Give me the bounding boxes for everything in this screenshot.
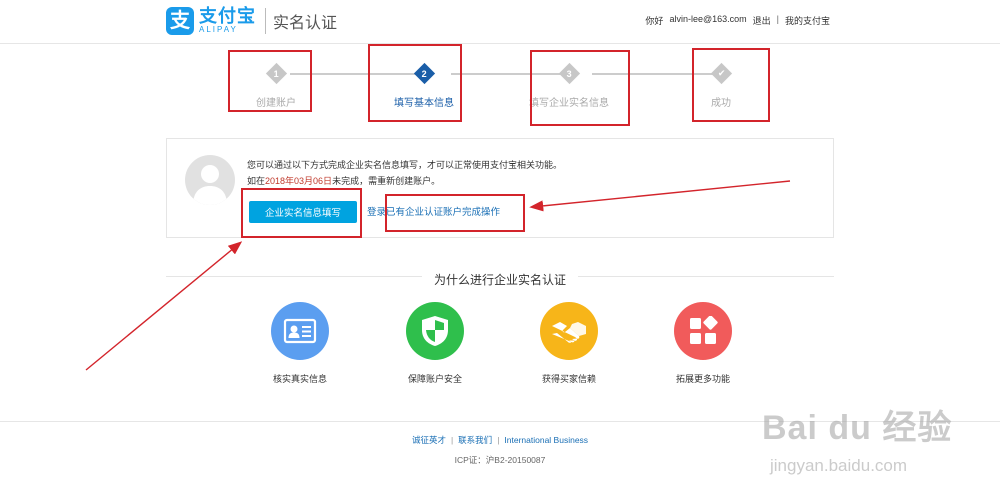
watermark-brand: Bai du 经验 [762, 409, 953, 447]
arrow-to-button [85, 241, 243, 371]
baidu-watermark: Bai du 经验 jingyan.baidu.com [762, 400, 998, 496]
international-business-link[interactable]: International Business [504, 435, 588, 445]
watermark-url: jingyan.baidu.com [770, 456, 908, 475]
contact-link[interactable]: 联系我们 [458, 435, 492, 445]
arrow-to-login-link [529, 180, 791, 212]
careers-link[interactable]: 诚征英才 [412, 435, 446, 445]
